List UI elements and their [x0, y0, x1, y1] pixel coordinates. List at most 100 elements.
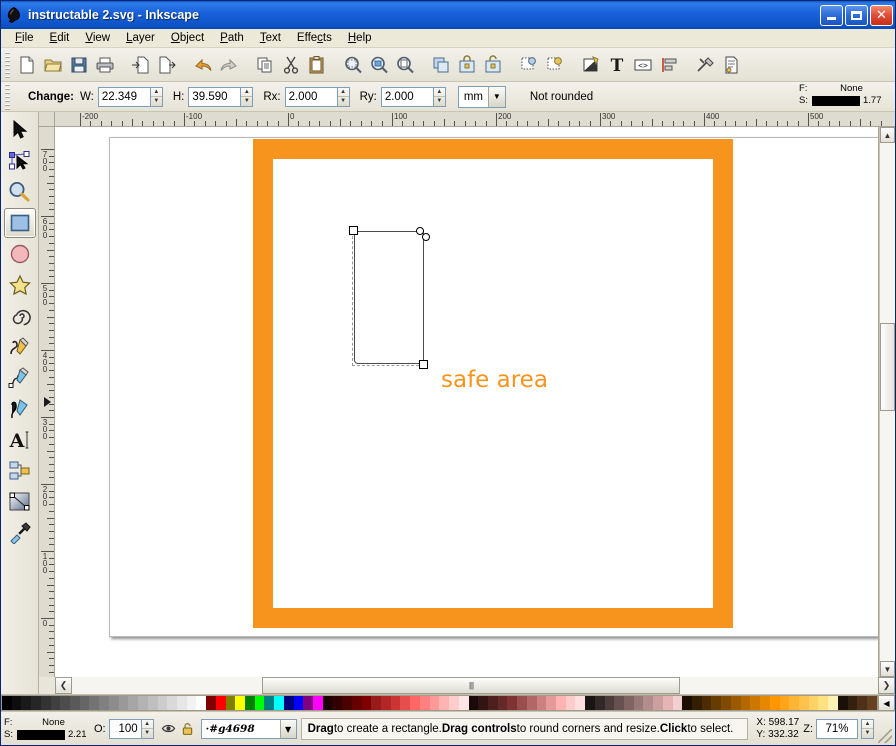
palette-swatch[interactable]: [507, 696, 517, 710]
color-palette[interactable]: [1, 695, 878, 711]
minimize-button[interactable]: [820, 5, 843, 26]
zoom-selection-icon[interactable]: [340, 52, 366, 78]
opacity-input[interactable]: 100: [109, 719, 141, 739]
palette-swatch[interactable]: [818, 696, 828, 710]
palette-swatch[interactable]: [119, 696, 129, 710]
toolbar-grip[interactable]: [5, 52, 10, 78]
tool-style-indicator[interactable]: F: None S: 1.77: [799, 83, 891, 107]
palette-swatch[interactable]: [517, 696, 527, 710]
undo-icon[interactable]: [190, 52, 216, 78]
palette-swatch[interactable]: [624, 696, 634, 710]
preferences-icon[interactable]: [692, 52, 718, 78]
connector-tool[interactable]: [4, 456, 36, 486]
palette-swatch[interactable]: [653, 696, 663, 710]
print-document-icon[interactable]: [92, 52, 118, 78]
menu-item-effects[interactable]: Effects: [289, 30, 340, 46]
group-icon[interactable]: [454, 52, 480, 78]
copy-icon[interactable]: [252, 52, 278, 78]
opacity-spin-down[interactable]: ▼: [142, 729, 153, 738]
palette-swatch[interactable]: [643, 696, 653, 710]
safe-area-frame-right[interactable]: [713, 139, 733, 628]
rx-spin-buttons[interactable]: ▲▼: [337, 87, 350, 107]
selected-rectangle-object[interactable]: [354, 231, 424, 364]
palette-swatch[interactable]: [605, 696, 615, 710]
fill-stroke-dialog-icon[interactable]: [578, 52, 604, 78]
palette-swatch[interactable]: [342, 696, 352, 710]
tool-controls-grip[interactable]: [5, 84, 10, 110]
palette-swatch[interactable]: [264, 696, 274, 710]
palette-swatch[interactable]: [478, 696, 488, 710]
xml-editor-icon[interactable]: <>: [630, 52, 656, 78]
palette-swatch[interactable]: [634, 696, 644, 710]
palette-swatch[interactable]: [721, 696, 731, 710]
palette-swatch[interactable]: [789, 696, 799, 710]
palette-swatch[interactable]: [449, 696, 459, 710]
layer-chevron-down-icon[interactable]: ▼: [280, 720, 296, 738]
palette-swatch[interactable]: [838, 696, 848, 710]
width-input[interactable]: 22.349: [98, 87, 150, 107]
palette-swatch[interactable]: [439, 696, 449, 710]
safe-area-frame-left[interactable]: [253, 139, 273, 628]
palette-swatch[interactable]: [566, 696, 576, 710]
import-icon[interactable]: [128, 52, 154, 78]
align-dialog-icon[interactable]: [656, 52, 682, 78]
palette-swatch[interactable]: [177, 696, 187, 710]
opacity-spin-up[interactable]: ▲: [142, 720, 153, 730]
palette-swatch[interactable]: [332, 696, 342, 710]
palette-swatch[interactable]: [99, 696, 109, 710]
palette-swatch[interactable]: [109, 696, 119, 710]
palette-swatch[interactable]: [760, 696, 770, 710]
width-stepper[interactable]: 22.349 ▲▼: [98, 87, 163, 107]
zoom-page-icon[interactable]: [392, 52, 418, 78]
ellipse-tool[interactable]: [4, 239, 36, 269]
palette-swatch[interactable]: [828, 696, 838, 710]
safe-area-frame-top[interactable]: [253, 139, 733, 159]
palette-swatch[interactable]: [750, 696, 760, 710]
ry-spin-up[interactable]: ▲: [434, 88, 445, 98]
palette-swatch[interactable]: [60, 696, 70, 710]
opacity-spin-buttons[interactable]: ▲▼: [141, 719, 154, 739]
palette-swatch[interactable]: [148, 696, 158, 710]
horizontal-scrollbar[interactable]: ❮ |||| ❯: [55, 677, 895, 694]
ry-spin-buttons[interactable]: ▲▼: [433, 87, 446, 107]
palette-swatch[interactable]: [294, 696, 304, 710]
resize-handle-top-left[interactable]: [349, 226, 358, 235]
scroll-up-button[interactable]: ▲: [880, 127, 895, 143]
palette-swatch[interactable]: [128, 696, 138, 710]
palette-swatch[interactable]: [488, 696, 498, 710]
palette-swatch[interactable]: [167, 696, 177, 710]
menu-item-layer[interactable]: Layer: [118, 30, 163, 46]
rx-input[interactable]: 2.000: [285, 87, 337, 107]
palette-swatch[interactable]: [682, 696, 692, 710]
safe-area-text-object[interactable]: safe area: [441, 367, 548, 393]
palette-swatch[interactable]: [226, 696, 236, 710]
palette-swatch[interactable]: [362, 696, 372, 710]
palette-swatch[interactable]: [303, 696, 313, 710]
height-spin-up[interactable]: ▲: [241, 88, 252, 98]
horizontal-scroll-track[interactable]: ||||: [72, 677, 878, 694]
vertical-ruler[interactable]: 7006005004003002001000: [39, 127, 55, 677]
palette-swatch[interactable]: [848, 696, 858, 710]
palette-swatch[interactable]: [692, 696, 702, 710]
vertical-scrollbar[interactable]: ▲ ▼: [879, 127, 895, 677]
palette-swatch[interactable]: [138, 696, 148, 710]
palette-swatch[interactable]: [2, 696, 12, 710]
round-corner-handle-ry[interactable]: [422, 233, 430, 241]
horizontal-ruler[interactable]: -200-1000100200300400500: [55, 112, 895, 127]
palette-swatch[interactable]: [546, 696, 556, 710]
scroll-down-button[interactable]: ▼: [880, 661, 895, 677]
palette-scroll-button[interactable]: ◀: [878, 695, 895, 711]
palette-swatch[interactable]: [537, 696, 547, 710]
ry-stepper[interactable]: 2.000 ▲▼: [381, 87, 446, 107]
palette-swatch[interactable]: [614, 696, 624, 710]
palette-swatch[interactable]: [12, 696, 22, 710]
height-spin-buttons[interactable]: ▲▼: [240, 87, 253, 107]
palette-swatch[interactable]: [857, 696, 867, 710]
palette-swatch[interactable]: [41, 696, 51, 710]
palette-swatch[interactable]: [498, 696, 508, 710]
width-spin-down[interactable]: ▼: [151, 97, 162, 106]
duplicate-icon[interactable]: [428, 52, 454, 78]
palette-swatch[interactable]: [702, 696, 712, 710]
maximize-button[interactable]: [845, 5, 868, 26]
calligraphy-tool[interactable]: [4, 394, 36, 424]
